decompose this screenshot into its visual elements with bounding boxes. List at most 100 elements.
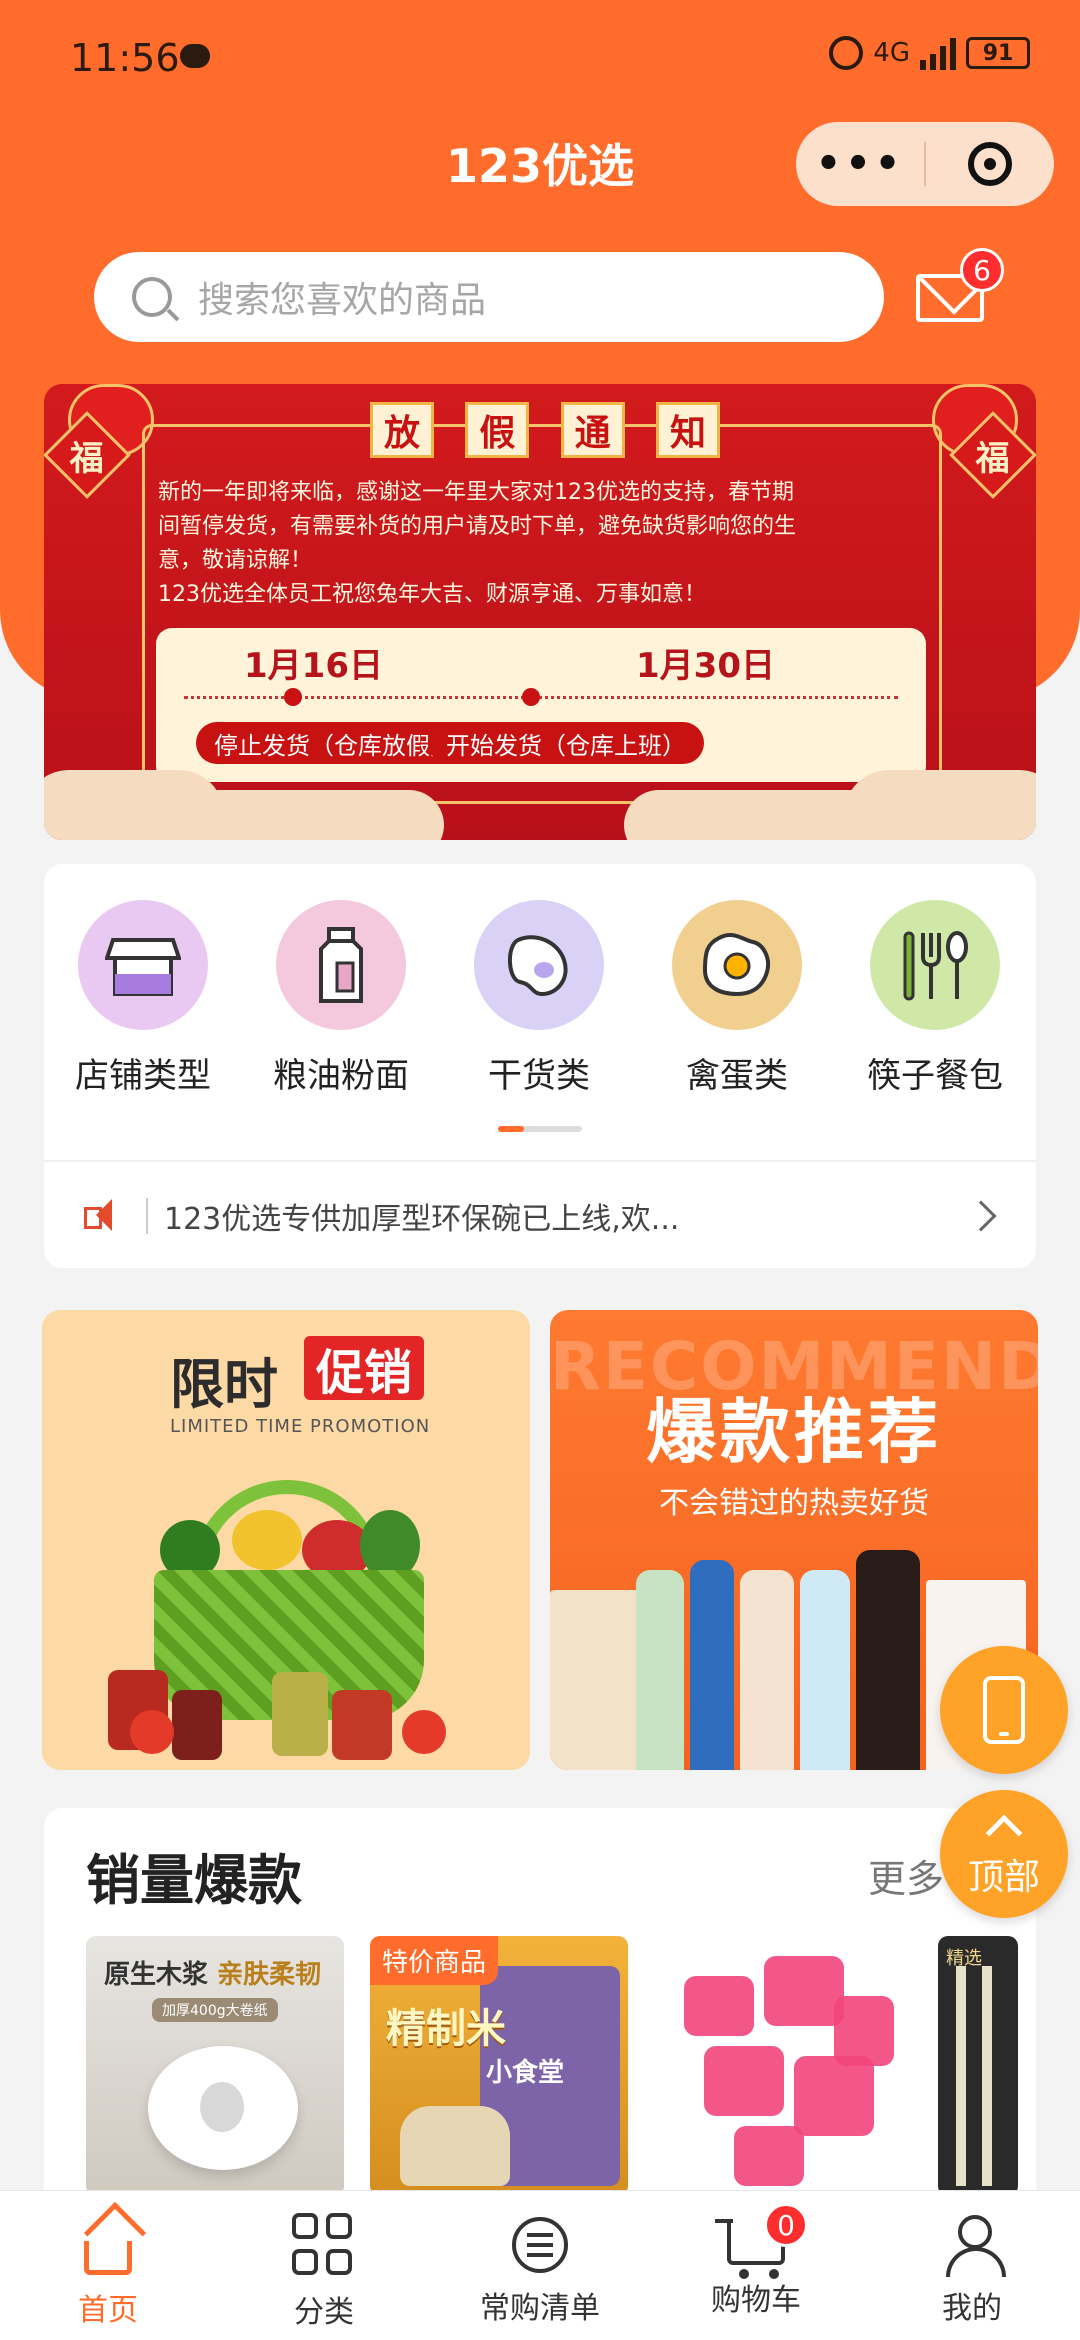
category-card: 店铺类型 粮油粉面 干货类 禽蛋类 筷子餐包 123优选专供加厚型环保碗已上线,…	[44, 864, 1036, 1268]
tomato-image	[402, 1710, 446, 1754]
notice-line: 间暂停发货，有需要补货的用户请及时下单，避免缺货影响您的生	[158, 514, 797, 539]
promo-title-b: 促销	[304, 1336, 425, 1401]
product-card[interactable]: 精选	[938, 1936, 1018, 2196]
category-grain-oil[interactable]: 粮油粉面	[242, 900, 440, 1097]
heading-char: 通	[560, 402, 625, 458]
tab-category[interactable]: 分类	[216, 2191, 432, 2340]
egg-icon	[672, 900, 802, 1030]
start-date: 1月30日	[636, 646, 775, 686]
back-to-top-button[interactable]: 顶部	[940, 1790, 1068, 1918]
tab-label: 分类	[294, 2295, 354, 2330]
banner-heading: 放 假 通 知	[370, 400, 720, 460]
jar-image	[272, 1672, 328, 1756]
search-placeholder: 搜索您喜欢的商品	[198, 280, 487, 321]
announcement-divider	[146, 1198, 148, 1234]
timeline-dot	[522, 688, 540, 706]
alarm-icon	[829, 36, 864, 70]
category-label: 禽蛋类	[686, 1056, 788, 1096]
jelly-image	[734, 2126, 804, 2186]
divider	[44, 1160, 1036, 1162]
caption-a: 原生木浆	[104, 1960, 209, 1990]
promo-subtitle: 不会错过的热卖好货	[659, 1486, 929, 1521]
tab-frequent-list[interactable]: 常购清单	[432, 2191, 648, 2340]
promo-subtitle: LIMITED TIME PROMOTION	[170, 1416, 431, 1437]
close-program-button[interactable]	[926, 142, 1054, 186]
category-dried-goods[interactable]: 干货类	[440, 900, 638, 1097]
grain-oil-icon	[276, 900, 406, 1030]
product-card[interactable]: 原生木浆 亲肤柔韧 加厚400g大卷纸	[86, 1936, 344, 2196]
chevron-right-icon	[965, 1200, 997, 1232]
network-type: 4G	[873, 38, 910, 68]
heading-char: 知	[655, 402, 720, 458]
category-eggs[interactable]: 禽蛋类	[638, 900, 836, 1097]
category-label: 粮油粉面	[273, 1056, 409, 1096]
jelly-image	[704, 2046, 784, 2116]
tab-home[interactable]: 首页	[0, 2191, 216, 2340]
noodle-pack-image	[550, 1590, 640, 1770]
tissue-roll-image	[148, 2046, 298, 2170]
heading-char: 放	[370, 402, 434, 458]
search-bar[interactable]: 搜索您喜欢的商品	[94, 252, 884, 342]
jar-image	[172, 1690, 222, 1760]
chevron-up-icon	[985, 1814, 1023, 1852]
dried-goods-icon	[474, 900, 604, 1030]
product-card[interactable]	[654, 1936, 912, 2196]
heading-char: 假	[465, 402, 530, 458]
user-icon	[942, 2213, 1006, 2277]
list-icon	[512, 2217, 568, 2273]
jelly-image	[764, 1956, 844, 2026]
cloud-decoration	[184, 790, 444, 840]
jelly-image	[684, 1976, 754, 2036]
tab-cart[interactable]: 0 购物车	[648, 2191, 864, 2340]
search-icon	[132, 277, 172, 317]
caption-b: 亲肤柔韧	[217, 1960, 322, 1990]
vegetable-image	[232, 1510, 302, 1570]
cutlery-icon	[870, 900, 1000, 1030]
notice-line: 123优选全体员工祝您兔年大吉、财源亨通、万事如意！	[158, 582, 706, 607]
category-grid-icon	[292, 2213, 356, 2277]
announcement-text: 123优选专供加厚型环保碗已上线,欢...	[164, 1202, 680, 1237]
phone-icon	[983, 1676, 1025, 1744]
notice-line: 意，敬请谅解！	[158, 548, 313, 573]
category-page-indicator	[498, 1126, 582, 1132]
category-label: 干货类	[488, 1056, 590, 1096]
status-indicators: 4G 91	[829, 36, 1030, 70]
bottle-image	[690, 1560, 734, 1770]
speaker-icon	[84, 1199, 122, 1233]
start-label: 开始发货（仓库上班）	[428, 722, 704, 764]
more-button[interactable]: •••	[796, 141, 924, 187]
status-time: 11:56	[70, 36, 180, 80]
category-label: 店铺类型	[75, 1056, 211, 1096]
product-card[interactable]: 小食堂 精制米 特价商品	[370, 1936, 628, 2196]
more-link[interactable]: 更多	[868, 1848, 944, 1903]
messages-button[interactable]: 6	[916, 248, 1004, 322]
category-cutlery[interactable]: 筷子餐包	[836, 900, 1034, 1097]
contact-phone-button[interactable]	[940, 1646, 1068, 1774]
back-to-top-label: 顶部	[967, 1857, 1040, 1898]
product-headline: 精制米	[386, 2006, 506, 2052]
tab-profile[interactable]: 我的	[864, 2191, 1080, 2340]
product-list: 原生木浆 亲肤柔韧 加厚400g大卷纸 小食堂 精制米 特价商品 精选	[86, 1936, 1018, 2196]
messages-badge: 6	[960, 248, 1004, 292]
product-caption: 原生木浆 亲肤柔韧	[104, 1954, 321, 1991]
tab-label: 购物车	[711, 2283, 801, 2318]
fu-text: 福	[70, 438, 104, 479]
bottle-image	[740, 1570, 794, 1770]
promo-title-a: 限时	[170, 1353, 278, 1416]
limited-time-promotion-tile[interactable]: 限时 促销 LIMITED TIME PROMOTION	[42, 1310, 530, 1770]
status-bar: 11:56 4G 91	[0, 0, 1080, 120]
target-icon	[968, 142, 1012, 186]
mini-program-capsule: •••	[796, 122, 1054, 206]
tab-label: 首页	[78, 2293, 138, 2328]
timeline-dot	[284, 688, 302, 706]
indicator-active	[498, 1126, 524, 1132]
bag-label: 小食堂	[486, 2058, 565, 2088]
category-store-type[interactable]: 店铺类型	[44, 900, 242, 1097]
promo-title: 爆款推荐	[646, 1391, 942, 1473]
holiday-notice-banner[interactable]: 福 福 放 假 通 知 新的一年即将来临，感谢这一年里大家对123优选的支持，春…	[44, 384, 1036, 840]
announcement-bar[interactable]: 123优选专供加厚型环保碗已上线,欢...	[84, 1186, 1004, 1246]
special-offer-tag: 特价商品	[370, 1936, 499, 1985]
stop-date: 1月16日	[244, 646, 383, 686]
chat-notification-icon	[180, 44, 210, 68]
bottle-image	[800, 1570, 850, 1770]
